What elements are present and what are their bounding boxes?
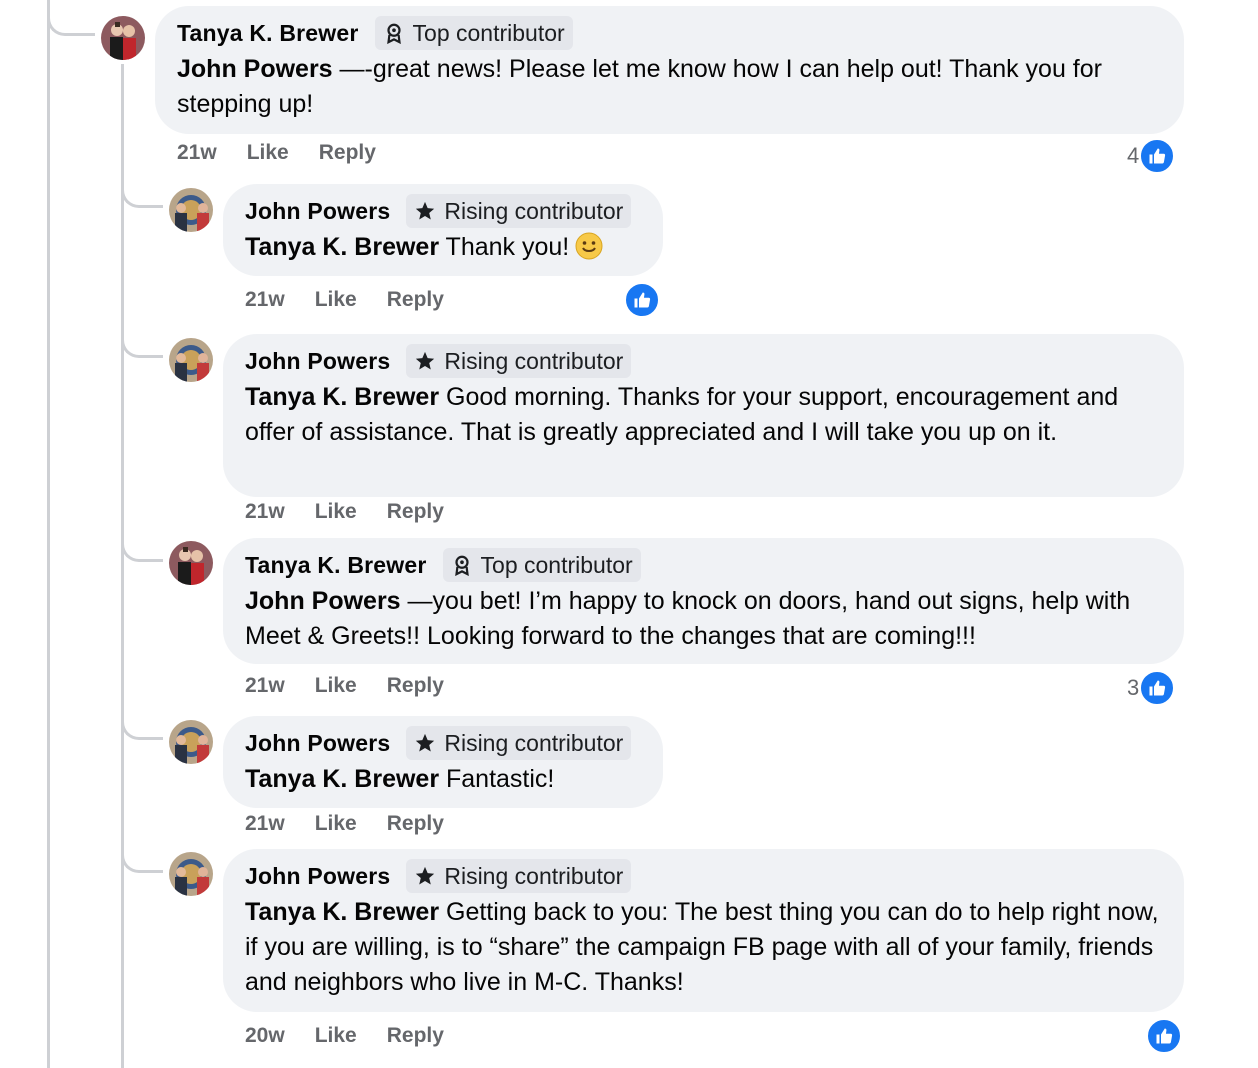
- contributor-badge[interactable]: Rising contributor: [406, 344, 632, 378]
- reaction-summary[interactable]: 3: [1127, 670, 1176, 706]
- thread-line-outer: [47, 0, 50, 1068]
- avatar[interactable]: [101, 16, 145, 60]
- comment-author[interactable]: John Powers: [245, 348, 390, 375]
- comment-time[interactable]: 20w: [245, 1024, 285, 1048]
- comment-text: John Powers —you bet! I’m happy to knock…: [245, 584, 1162, 654]
- top-contributor-icon: [386, 23, 401, 44]
- reaction-count: 3: [1127, 675, 1140, 700]
- badge-label: Rising contributor: [444, 347, 624, 374]
- comment-text: Tanya K. Brewer Getting back to you: The…: [245, 895, 1162, 1000]
- thread-connector: [47, 14, 95, 36]
- avatar-photo-couple: [169, 541, 213, 585]
- avatar[interactable]: [169, 720, 213, 764]
- comment-time[interactable]: 21w: [245, 674, 285, 698]
- comment-actions: 21w Like Reply: [245, 812, 474, 836]
- avatar-photo-man: [169, 188, 213, 232]
- comment-time[interactable]: 21w: [245, 812, 285, 836]
- comment-body: Fantastic!: [439, 765, 555, 793]
- badge-label: Rising contributor: [444, 862, 624, 889]
- comment-bubble: John Powers Rising contributor Tanya K. …: [223, 184, 663, 276]
- comment-actions: 20w Like Reply: [245, 1024, 474, 1048]
- reply-button[interactable]: Reply: [387, 1024, 444, 1048]
- comment-body: Thank you!: [439, 233, 570, 261]
- comment-bubble: John Powers Rising contributor Tanya K. …: [223, 849, 1184, 1012]
- mention-link[interactable]: Tanya K. Brewer: [245, 233, 439, 261]
- comment-bubble: Tanya K. Brewer Top contributor John Pow…: [223, 538, 1184, 664]
- comment-bubble: John Powers Rising contributor Tanya K. …: [223, 334, 1184, 497]
- like-reaction-icon: [1139, 670, 1176, 706]
- star-icon: [416, 351, 435, 370]
- reply-button[interactable]: Reply: [387, 288, 444, 312]
- contributor-badge[interactable]: Rising contributor: [406, 194, 632, 228]
- mention-link[interactable]: Tanya K. Brewer: [245, 765, 439, 793]
- star-icon: [416, 733, 435, 752]
- contributor-badge[interactable]: Rising contributor: [406, 726, 632, 760]
- reply-button[interactable]: Reply: [319, 141, 376, 165]
- comment-time[interactable]: 21w: [245, 288, 285, 312]
- comment-actions: 21w Like Reply: [245, 500, 474, 524]
- like-button[interactable]: Like: [315, 812, 357, 836]
- mention-link[interactable]: Tanya K. Brewer: [245, 898, 439, 926]
- reaction-summary[interactable]: [1146, 1018, 1182, 1054]
- comment-author[interactable]: Tanya K. Brewer: [177, 20, 359, 47]
- avatar-photo-man: [169, 852, 213, 896]
- avatar-photo-man: [169, 720, 213, 764]
- reaction-count: 4: [1127, 143, 1140, 168]
- mention-link[interactable]: John Powers: [177, 55, 333, 83]
- comment-actions: 21w Like Reply: [177, 141, 406, 165]
- like-reaction-icon: [1146, 1018, 1182, 1054]
- comment-text: Tanya K. Brewer Fantastic!: [245, 762, 641, 797]
- comment-bubble: Tanya K. Brewer Top contributor John Pow…: [155, 6, 1184, 134]
- reaction-summary[interactable]: [624, 282, 660, 318]
- contributor-badge[interactable]: Top contributor: [442, 548, 641, 582]
- avatar[interactable]: [169, 541, 213, 585]
- comment-text: Tanya K. Brewer Good morning. Thanks for…: [245, 380, 1162, 450]
- mention-link[interactable]: Tanya K. Brewer: [245, 383, 439, 411]
- avatar-photo-man: [169, 338, 213, 382]
- reply-button[interactable]: Reply: [387, 500, 444, 524]
- thread-connector: [121, 540, 163, 562]
- comment-text: John Powers —-great news! Please let me …: [177, 52, 1162, 122]
- thread-connector: [121, 186, 163, 208]
- mention-link[interactable]: John Powers: [245, 587, 401, 615]
- thread-connector: [121, 718, 163, 740]
- avatar[interactable]: [169, 188, 213, 232]
- comment-actions: 21w Like Reply: [245, 674, 474, 698]
- like-button[interactable]: Like: [315, 500, 357, 524]
- badge-label: Rising contributor: [444, 729, 624, 756]
- comment-time[interactable]: 21w: [177, 141, 217, 165]
- comment-author[interactable]: John Powers: [245, 863, 390, 890]
- comment-actions: 21w Like Reply: [245, 288, 474, 312]
- badge-label: Top contributor: [480, 551, 633, 578]
- comment-author[interactable]: Tanya K. Brewer: [245, 552, 427, 579]
- like-button[interactable]: Like: [315, 674, 357, 698]
- like-reaction-icon: [624, 282, 660, 318]
- comment-time[interactable]: 21w: [245, 500, 285, 524]
- star-icon: [416, 866, 435, 885]
- like-button[interactable]: Like: [315, 288, 357, 312]
- like-button[interactable]: Like: [247, 141, 289, 165]
- avatar-photo-couple: [101, 16, 145, 60]
- avatar[interactable]: [169, 338, 213, 382]
- thread-connector: [121, 851, 163, 873]
- comment-author[interactable]: John Powers: [245, 198, 390, 225]
- star-icon: [416, 201, 435, 220]
- badge-label: Rising contributor: [444, 197, 624, 224]
- reaction-summary[interactable]: 4: [1127, 138, 1176, 174]
- like-button[interactable]: Like: [315, 1024, 357, 1048]
- contributor-badge[interactable]: Top contributor: [374, 16, 573, 50]
- contributor-badge[interactable]: Rising contributor: [406, 859, 632, 893]
- comment-bubble: John Powers Rising contributor Tanya K. …: [223, 716, 663, 808]
- comment-author[interactable]: John Powers: [245, 730, 390, 757]
- reply-button[interactable]: Reply: [387, 674, 444, 698]
- thread-line-inner: [121, 64, 124, 1068]
- comment-text: Tanya K. Brewer Thank you!: [245, 230, 641, 265]
- badge-label: Top contributor: [412, 19, 565, 46]
- smiley-emoji-icon: [575, 232, 603, 260]
- avatar[interactable]: [169, 852, 213, 896]
- like-reaction-icon: [1139, 138, 1176, 174]
- thread-connector: [121, 336, 163, 358]
- reply-button[interactable]: Reply: [387, 812, 444, 836]
- top-contributor-icon: [454, 555, 469, 576]
